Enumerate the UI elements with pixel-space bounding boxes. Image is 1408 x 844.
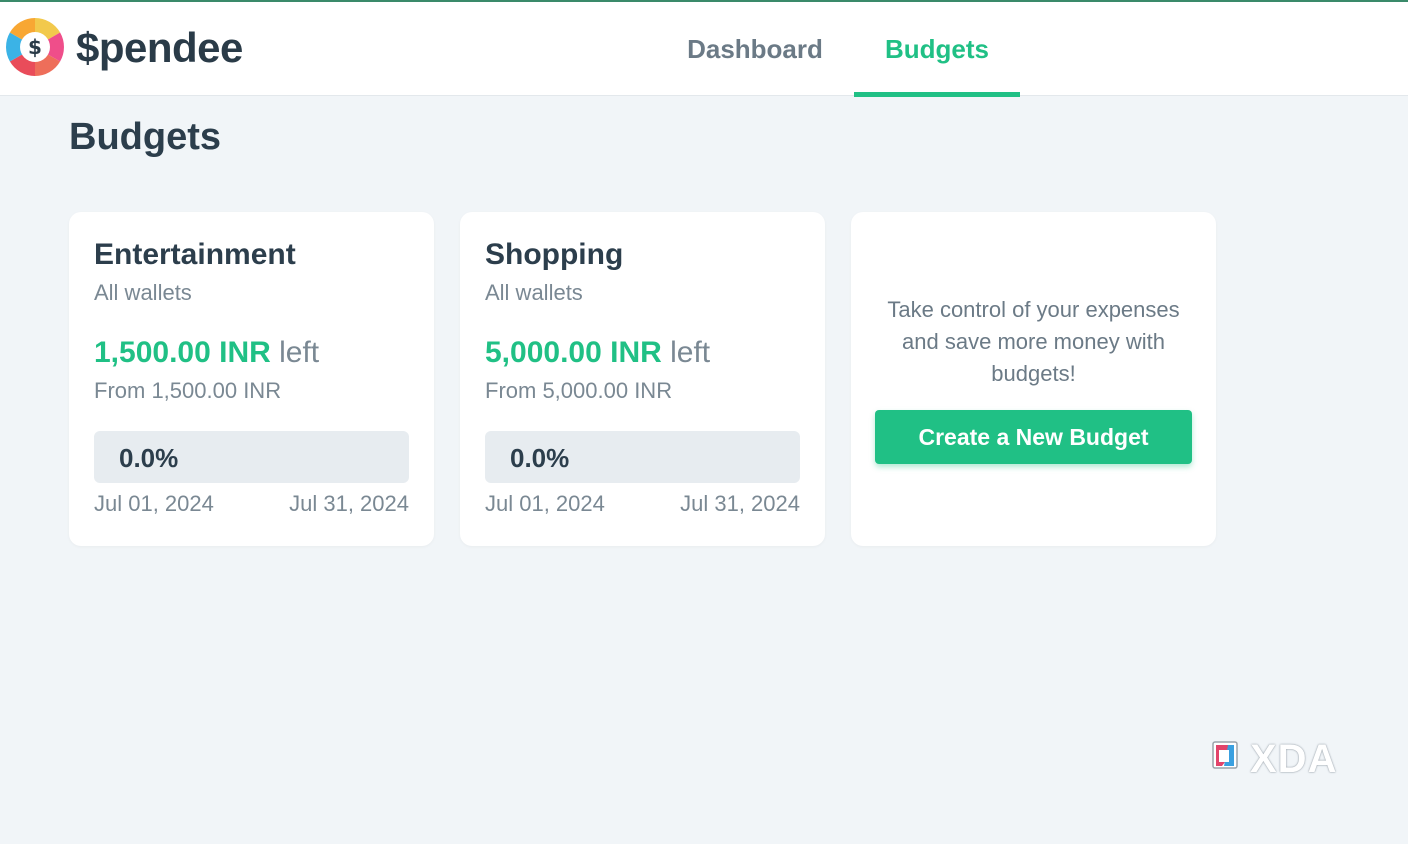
create-budget-card: Take control of your expenses and save m…: [851, 212, 1216, 546]
budget-name: Entertainment: [94, 238, 296, 271]
svg-text:$: $: [28, 35, 42, 59]
budget-card-shopping[interactable]: Shopping All wallets 5,000.00 INR left F…: [460, 212, 825, 546]
budget-amount-left: 5,000.00 INR left: [485, 336, 710, 370]
spendee-logo-icon[interactable]: $: [6, 18, 64, 76]
budget-progress-bar: 0.0%: [94, 431, 409, 483]
budget-amount: 1,500.00 INR: [94, 336, 271, 369]
budget-name: Shopping: [485, 238, 624, 271]
watermark-text: XDA: [1250, 737, 1338, 781]
budget-start-date: Jul 01, 2024: [485, 491, 605, 516]
budget-wallets: All wallets: [94, 280, 192, 305]
budget-left-suffix: left: [670, 336, 711, 369]
brand-name: $pendee: [76, 24, 243, 71]
budget-end-date: Jul 31, 2024: [289, 491, 409, 516]
page-title: Budgets: [69, 116, 221, 158]
budget-from: From 1,500.00 INR: [94, 378, 282, 403]
budget-card-entertainment[interactable]: Entertainment All wallets 1,500.00 INR l…: [69, 212, 434, 546]
budget-from: From 5,000.00 INR: [485, 378, 673, 403]
budget-progress-bar: 0.0%: [485, 431, 800, 483]
budget-progress-label: 0.0%: [510, 443, 570, 473]
xda-logo-icon: [1212, 741, 1238, 769]
budget-start-date: Jul 01, 2024: [94, 491, 214, 516]
budget-end-date: Jul 31, 2024: [680, 491, 800, 516]
xda-watermark: XDA: [1210, 736, 1350, 782]
budget-amount-left: 1,500.00 INR left: [94, 336, 319, 370]
tab-budgets[interactable]: Budgets: [854, 2, 1020, 97]
budget-wallets: All wallets: [485, 280, 583, 305]
tab-dashboard[interactable]: Dashboard: [672, 2, 838, 96]
budget-amount: 5,000.00 INR: [485, 336, 662, 369]
budget-left-suffix: left: [279, 336, 320, 369]
promo-text: Take control of your expenses and save m…: [887, 297, 1180, 386]
create-budget-button[interactable]: Create a New Budget: [875, 410, 1192, 464]
budget-progress-label: 0.0%: [119, 443, 179, 473]
app-header: $ $pendee Dashboard Budgets: [0, 2, 1408, 97]
